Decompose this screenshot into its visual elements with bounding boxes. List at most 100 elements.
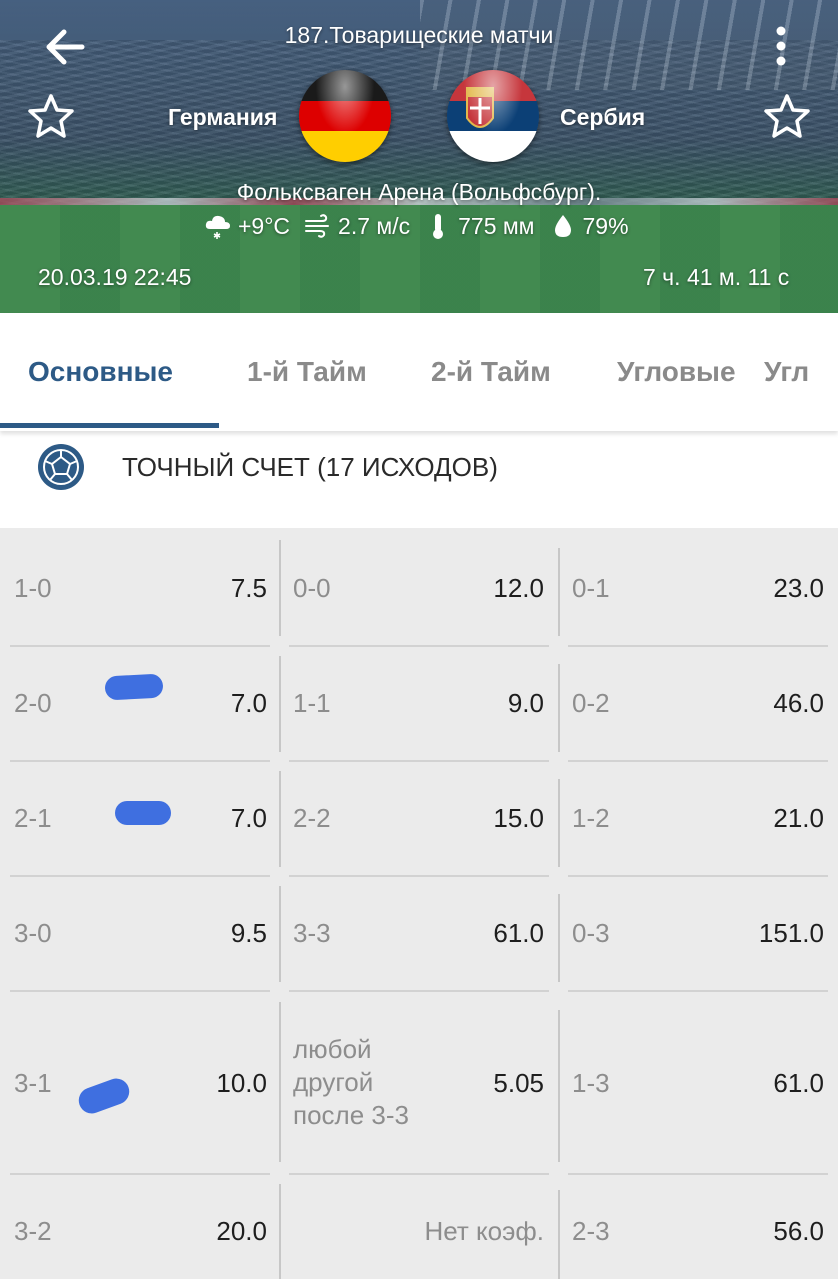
outcome-score: 1-0: [14, 573, 52, 603]
row-divider: [289, 645, 549, 647]
outcome-odds: 151.0: [758, 918, 824, 948]
star-icon: [28, 94, 74, 138]
outcome-cell[interactable]: 2-0 7.0: [0, 651, 279, 759]
match-datetime: 20.03.19 22:45: [38, 264, 192, 290]
outcome-score: 1-2: [572, 803, 610, 833]
venue-name: Фольксваген Арена (Вольфсбург).: [236, 179, 602, 205]
row-divider: [10, 990, 270, 992]
star-icon: [764, 94, 810, 138]
row-divider: [10, 760, 270, 762]
outcome-score: 0-1: [572, 573, 610, 603]
wind-value: 2.7 м/с: [338, 212, 411, 239]
row-divider: [289, 875, 549, 877]
market-title: ТОЧНЫЙ СЧЕТ (17 ИСХОДОВ): [122, 452, 498, 482]
tab-corners-extra[interactable]: Угл: [764, 313, 809, 431]
serbia-flag-icon: [447, 70, 539, 162]
outcome-cell[interactable]: 0-3 151.0: [558, 881, 838, 989]
favorite-home-button[interactable]: [26, 92, 76, 142]
outcome-cell[interactable]: 3-3 61.0: [279, 881, 558, 989]
market-tabs: Основные 1-й Тайм 2-й Тайм Угловые Угл: [0, 313, 838, 431]
outcome-cell[interactable]: 3-1 10.0: [0, 996, 279, 1172]
outcome-cell[interactable]: 1-3 61.0: [558, 996, 838, 1172]
tab-first-half[interactable]: 1-й Тайм: [247, 313, 367, 431]
row-divider: [10, 875, 270, 877]
highlight-mark: [104, 673, 164, 701]
outcome-cell[interactable]: 0-0 12.0: [279, 536, 558, 644]
outcome-odds: 20.0: [216, 1216, 267, 1246]
outcome-cell[interactable]: 1-0 7.5: [0, 536, 279, 644]
outcome-cell-no-odds: Нет коэф.: [279, 1179, 558, 1279]
outcome-odds: 7.0: [230, 803, 267, 833]
outcome-cell[interactable]: 2-2 15.0: [279, 766, 558, 874]
outcome-score: 2-0: [14, 688, 52, 718]
outcome-odds: 10.0: [216, 1068, 267, 1098]
outcome-score: 0-0: [293, 573, 331, 603]
row-divider: [568, 1173, 828, 1175]
thermometer-icon: [424, 212, 452, 240]
row-divider: [289, 760, 549, 762]
outcome-odds: 46.0: [773, 688, 824, 718]
wind-icon: [304, 212, 332, 240]
row-divider: [568, 875, 828, 877]
pressure-value: 775 мм: [458, 212, 535, 239]
away-team-name: Сербия: [560, 104, 646, 130]
outcome-cell[interactable]: 1-1 9.0: [279, 651, 558, 759]
outcome-odds: 15.0: [493, 803, 544, 833]
match-countdown: 7 ч. 41 м. 11 с: [643, 264, 790, 290]
outcome-odds: 9.0: [507, 688, 544, 718]
more-menu-button[interactable]: [766, 22, 796, 72]
outcome-score-any-other: любой другой после 3-3: [293, 1034, 409, 1130]
temperature-value: +9°C: [238, 212, 291, 239]
outcome-score: 3-3: [293, 918, 331, 948]
outcome-odds: 61.0: [493, 918, 544, 948]
outcome-cell[interactable]: 0-2 46.0: [558, 651, 838, 759]
row-divider: [10, 645, 270, 647]
outcome-score: 2-1: [14, 803, 52, 833]
outcome-odds: 61.0: [773, 1068, 824, 1098]
row-divider: [289, 1173, 549, 1175]
outcome-cell[interactable]: 2-3 56.0: [558, 1179, 838, 1279]
soccer-ball-icon: [38, 444, 84, 490]
outcome-odds: 7.0: [230, 688, 267, 718]
outcome-score: 3-1: [14, 1068, 52, 1098]
outcome-odds: 23.0: [773, 573, 824, 603]
home-team-name: Германия: [168, 104, 278, 130]
highlight-mark: [115, 801, 171, 825]
outcome-odds: 9.5: [230, 918, 267, 948]
humidity-value: 79%: [582, 212, 629, 239]
outcome-cell[interactable]: 0-1 23.0: [558, 536, 838, 644]
no-odds-label: Нет коэф.: [424, 1216, 544, 1246]
outcome-score: 3-2: [14, 1216, 52, 1246]
row-divider: [10, 1173, 270, 1175]
row-divider: [568, 645, 828, 647]
row-divider: [568, 990, 828, 992]
tab-corners[interactable]: Угловые: [617, 313, 736, 431]
outcome-cell[interactable]: любой другой после 3-3 5.05: [279, 996, 558, 1172]
more-vertical-icon: [776, 26, 786, 66]
tab-main[interactable]: Основные: [28, 313, 173, 431]
outcome-score: 1-3: [572, 1068, 610, 1098]
outcome-score: 1-1: [293, 688, 331, 718]
league-title: 187.Товарищеские матчи: [284, 22, 554, 48]
weather-info: +9°C 2.7 м/с 775 мм 79%: [204, 211, 643, 241]
row-divider: [568, 760, 828, 762]
cloud-snow-icon: [204, 212, 232, 240]
outcome-odds: 21.0: [773, 803, 824, 833]
outcome-odds: 7.5: [230, 573, 267, 603]
outcome-score: 0-3: [572, 918, 610, 948]
outcome-score: 2-3: [572, 1216, 610, 1246]
outcome-cell[interactable]: 3-0 9.5: [0, 881, 279, 989]
outcome-odds: 12.0: [493, 573, 544, 603]
outcome-cell[interactable]: 3-2 20.0: [0, 1179, 279, 1279]
outcome-cell[interactable]: 1-2 21.0: [558, 766, 838, 874]
outcome-score: 3-0: [14, 918, 52, 948]
favorite-away-button[interactable]: [762, 92, 812, 142]
germany-flag-icon: [299, 70, 391, 162]
row-divider: [289, 990, 549, 992]
tab-second-half[interactable]: 2-й Тайм: [431, 313, 551, 431]
droplet-icon: [549, 212, 577, 240]
outcome-score: 0-2: [572, 688, 610, 718]
active-tab-indicator: [0, 423, 219, 428]
outcome-score: 2-2: [293, 803, 331, 833]
outcome-odds: 56.0: [773, 1216, 824, 1246]
